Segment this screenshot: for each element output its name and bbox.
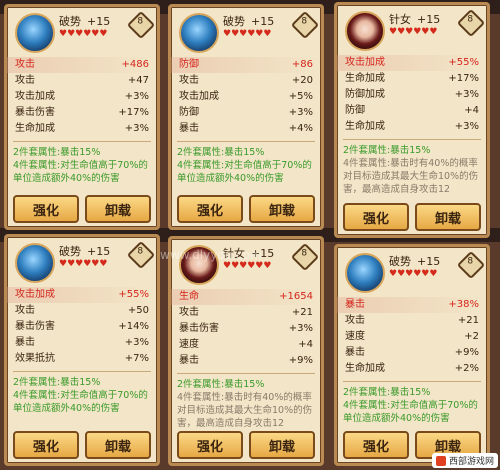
- set-level: +15: [87, 15, 111, 28]
- sub-stat: 暴击伤害 +3%: [179, 323, 313, 334]
- sub-stat: 攻击 +47: [15, 75, 149, 86]
- sub-stat: 速度 +4: [179, 339, 313, 350]
- set-name: 破势: [59, 15, 81, 28]
- upgrade-button[interactable]: 强化: [177, 431, 243, 459]
- set-4-bonus: 4件套属性:对生命值高于70%的单位造成额外40%的伤害: [343, 400, 478, 424]
- set-level: +15: [417, 13, 441, 26]
- upgrade-button[interactable]: 强化: [13, 195, 79, 223]
- set-4-bonus: 4件套属性:对生命值高于70%的单位造成额外40%的伤害: [13, 390, 148, 414]
- unequip-button[interactable]: 卸载: [249, 431, 315, 459]
- site-badge: 西部游戏网: [431, 453, 498, 468]
- star-rating: ♥♥♥♥♥♥: [59, 29, 108, 39]
- soul-card-5: 针女 +15 ♥♥♥♥♥♥ 8 生命 +1654 攻击 +21 暴击伤害 +3% 速度 +…: [168, 236, 324, 466]
- sub-stat: 暴击 +4%: [179, 123, 313, 134]
- sub-stat: 防御 +3%: [179, 107, 313, 118]
- soul-card-6: 破势 +15 ♥♥♥♥♥♥ 8 暴击 +38% 攻击 +21 速度 +2 暴击 +9% 生…: [334, 244, 490, 466]
- soul-card-3: 针女 +15 ♥♥♥♥♥♥ 8 攻击加成 +55% 生命加成 +17% 防御加成 +3%…: [334, 2, 490, 238]
- set-2-bonus: 2件套属性:暴击15%: [177, 379, 265, 390]
- unequip-button[interactable]: 卸载: [415, 203, 481, 231]
- sub-stat: 暴击 +9%: [345, 347, 479, 358]
- main-stat: 攻击加成 +55%: [337, 55, 487, 71]
- sub-stat: 防御加成 +3%: [345, 89, 479, 100]
- sub-stat: 攻击 +21: [179, 307, 313, 318]
- lock-icon[interactable]: 8: [290, 242, 320, 272]
- set-2-bonus: 2件套属性:暴击15%: [177, 147, 265, 158]
- sub-stat: 暴击伤害 +14%: [15, 321, 149, 332]
- divider: [13, 141, 151, 142]
- sub-stat: 暴击 +3%: [15, 337, 149, 348]
- divider: [177, 373, 315, 374]
- sub-stat: 效果抵抗 +7%: [15, 353, 149, 364]
- divider: [343, 381, 481, 382]
- lock-icon[interactable]: 8: [456, 250, 486, 280]
- breaking-soul-icon: [15, 13, 55, 53]
- sub-stat: 暴击伤害 +17%: [15, 107, 149, 118]
- lock-icon[interactable]: 8: [126, 10, 156, 40]
- sub-stat: 生命加成 +2%: [345, 363, 479, 374]
- sub-stat: 攻击加成 +3%: [15, 91, 149, 102]
- divider: [177, 141, 315, 142]
- sub-stat: 速度 +2: [345, 331, 479, 342]
- breaking-soul-icon: [345, 253, 385, 293]
- lock-icon[interactable]: 8: [456, 8, 486, 38]
- main-stat: 攻击 +486: [7, 57, 157, 73]
- watermark-text: www.dlyyou.com: [160, 248, 262, 262]
- star-rating: ♥♥♥♥♥♥: [223, 261, 272, 271]
- lock-icon[interactable]: 8: [290, 10, 320, 40]
- set-name: 破势: [389, 255, 411, 268]
- sub-stat: 生命加成 +17%: [345, 73, 479, 84]
- unequip-button[interactable]: 卸载: [85, 431, 151, 459]
- upgrade-button[interactable]: 强化: [343, 203, 409, 231]
- sub-stat: 攻击 +50: [15, 305, 149, 316]
- set-4-bonus: 4件套属性:暴击时有40%的概率对目标造成其最大生命10%的伤害，最高造成自身攻…: [343, 158, 479, 195]
- set-2-bonus: 2件套属性:暴击15%: [343, 145, 431, 156]
- set-2-bonus: 2件套属性:暴击15%: [343, 387, 431, 398]
- upgrade-button[interactable]: 强化: [343, 431, 409, 459]
- soul-card-2: 破势 +15 ♥♥♥♥♥♥ 8 防御 +86 攻击 +20 攻击加成 +5% 防御 +3%…: [168, 4, 324, 230]
- sub-stat: 暴击 +9%: [179, 355, 313, 366]
- main-stat: 攻击加成 +55%: [7, 287, 157, 303]
- unequip-button[interactable]: 卸载: [85, 195, 151, 223]
- lock-icon[interactable]: 8: [126, 240, 156, 270]
- set-level: +15: [251, 15, 275, 28]
- main-stat: 暴击 +38%: [337, 297, 487, 313]
- set-level: +15: [87, 245, 111, 258]
- main-stat: 防御 +86: [171, 57, 321, 73]
- breaking-soul-icon: [15, 243, 55, 283]
- set-2-bonus: 2件套属性:暴击15%: [13, 377, 101, 388]
- set-2-bonus: 2件套属性:暴击15%: [13, 147, 101, 158]
- sub-stat: 攻击 +21: [345, 315, 479, 326]
- set-name: 针女: [389, 13, 411, 26]
- set-name: 破势: [223, 15, 245, 28]
- sub-stat: 攻击 +20: [179, 75, 313, 86]
- star-rating: ♥♥♥♥♥♥: [223, 29, 272, 39]
- star-rating: ♥♥♥♥♥♥: [59, 259, 108, 269]
- set-4-bonus: 4件套属性:对生命值高于70%的单位造成额外40%的伤害: [177, 160, 312, 184]
- sub-stat: 生命加成 +3%: [345, 121, 479, 132]
- set-level: +15: [417, 255, 441, 268]
- upgrade-button[interactable]: 强化: [177, 195, 243, 223]
- soul-card-4: 破势 +15 ♥♥♥♥♥♥ 8 攻击加成 +55% 攻击 +50 暴击伤害 +14% 暴…: [4, 234, 160, 466]
- upgrade-button[interactable]: 强化: [13, 431, 79, 459]
- set-4-bonus: 4件套属性:暴击时有40%的概率对目标造成其最大生命10%的伤害，最高造成自身攻…: [177, 392, 313, 429]
- star-rating: ♥♥♥♥♥♥: [389, 27, 438, 37]
- divider: [343, 139, 481, 140]
- set-4-bonus: 4件套属性:对生命值高于70%的单位造成额外40%的伤害: [13, 160, 148, 184]
- unequip-button[interactable]: 卸载: [249, 195, 315, 223]
- main-stat: 生命 +1654: [171, 289, 321, 305]
- needle-woman-icon: [345, 11, 385, 51]
- star-rating: ♥♥♥♥♥♥: [389, 269, 438, 279]
- sub-stat: 生命加成 +3%: [15, 123, 149, 134]
- set-name: 破势: [59, 245, 81, 258]
- site-logo-icon: [435, 455, 446, 466]
- breaking-soul-icon: [179, 13, 219, 53]
- soul-card-1: 破势 +15 ♥♥♥♥♥♥ 8 攻击 +486 攻击 +47 攻击加成 +3% 暴击伤害…: [4, 4, 160, 230]
- divider: [13, 371, 151, 372]
- sub-stat: 防御 +4: [345, 105, 479, 116]
- sub-stat: 攻击加成 +5%: [179, 91, 313, 102]
